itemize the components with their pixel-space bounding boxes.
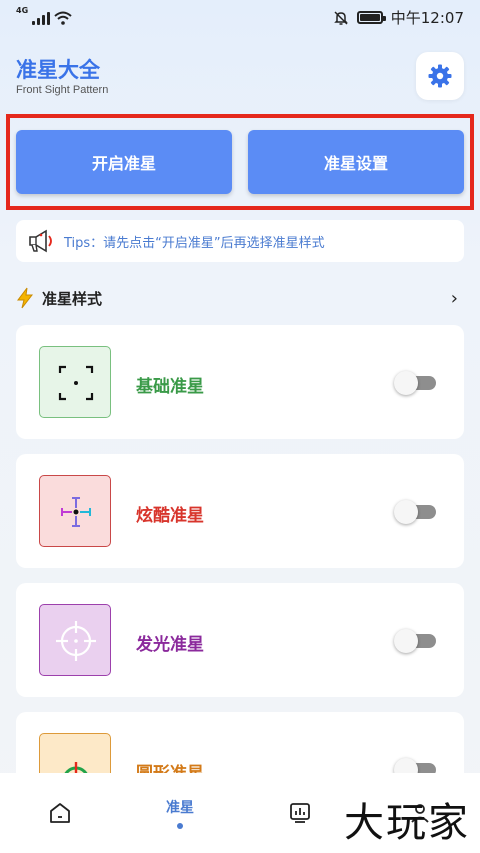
- glow-crosshair-icon: [56, 621, 96, 661]
- style-label: 基础准星: [136, 377, 204, 397]
- start-crosshair-button[interactable]: 开启准星: [16, 130, 232, 194]
- megaphone-icon: [29, 229, 52, 253]
- tips-text: Tips：请先点击“开启准星”后再选择准星样式: [64, 235, 325, 251]
- signal-icon: [32, 11, 51, 25]
- crosshair-settings-button[interactable]: 准星设置: [248, 130, 464, 194]
- watermark-logo: 大玩家: [344, 800, 470, 846]
- basic-crosshair-thumbnail: [39, 346, 111, 418]
- style-label: 炫酷准星: [136, 506, 204, 526]
- gear-icon: [428, 64, 452, 88]
- status-right: 中午12:07: [333, 7, 464, 28]
- style-label: 发光准星: [136, 635, 204, 655]
- style-card-basic[interactable]: 基础准星: [16, 325, 464, 439]
- status-left: 4G: [16, 7, 72, 25]
- nav-item-crosshair[interactable]: 准星: [120, 773, 240, 853]
- style-toggle[interactable]: [394, 371, 436, 395]
- nav-item-stats[interactable]: [240, 773, 360, 853]
- home-icon: [50, 803, 70, 823]
- style-toggle[interactable]: [394, 500, 436, 524]
- lightning-icon: [17, 287, 34, 309]
- basic-crosshair-icon: [58, 365, 94, 401]
- cool-crosshair-thumbnail: [39, 475, 111, 547]
- clock: 中午12:07: [390, 9, 464, 27]
- style-card-cool[interactable]: 炫酷准星: [16, 454, 464, 568]
- chevron-right-icon[interactable]: ›: [451, 288, 458, 309]
- status-bar: 4G 中午12:07: [0, 0, 480, 34]
- tips-banner: Tips：请先点击“开启准星”后再选择准星样式: [16, 220, 464, 262]
- app-subtitle: Front Sight Pattern: [16, 84, 109, 96]
- chart-icon: [290, 803, 310, 823]
- battery-icon: [356, 11, 386, 24]
- nav-item-home[interactable]: [0, 773, 120, 853]
- active-indicator: [177, 823, 183, 829]
- app-title: 准星大全: [16, 58, 100, 82]
- style-card-glow[interactable]: 发光准星: [16, 583, 464, 697]
- style-toggle[interactable]: [394, 629, 436, 653]
- settings-button[interactable]: [416, 52, 464, 100]
- section-title: 准星样式: [42, 289, 103, 308]
- nav-label: 准星: [166, 800, 194, 816]
- section-header[interactable]: 准星样式 ›: [16, 284, 464, 312]
- cool-crosshair-icon: [61, 497, 91, 527]
- wifi-icon: [54, 11, 72, 25]
- network-type: 4G: [16, 6, 29, 15]
- glow-crosshair-thumbnail: [39, 604, 111, 676]
- bell-off-icon: [333, 10, 348, 25]
